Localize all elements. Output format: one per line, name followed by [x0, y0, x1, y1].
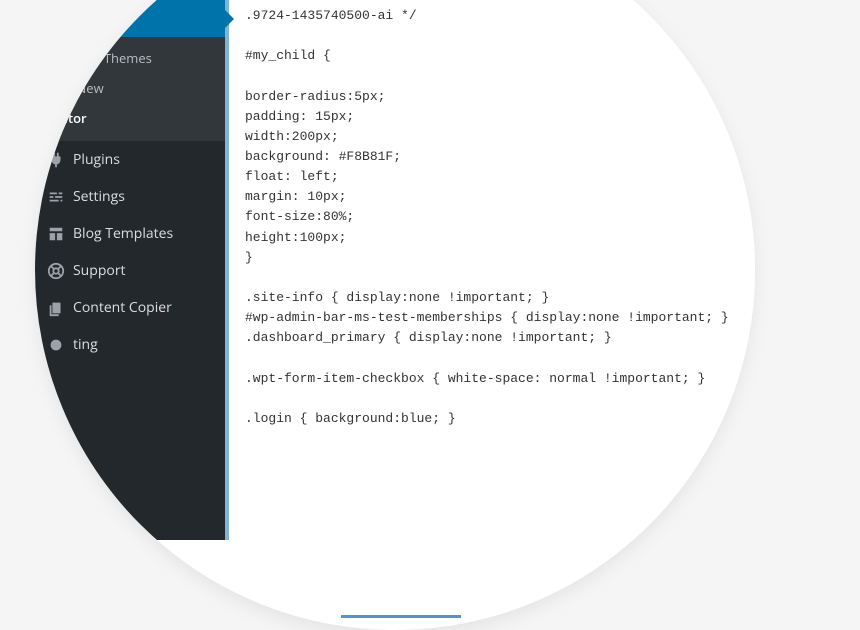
sidebar-item-themes[interactable]: Themes — [35, 0, 225, 37]
sliders-icon — [47, 188, 65, 206]
brush-icon — [47, 10, 65, 28]
sidebar-item-label: Content Copier — [73, 298, 172, 317]
sidebar-item-settings[interactable]: Settings — [35, 178, 225, 215]
sidebar-item-label: Themes — [73, 9, 125, 28]
plug-icon — [47, 151, 65, 169]
themes-submenu: Installed Themes Add New Editor — [35, 37, 225, 141]
sidebar-item-label: Settings — [73, 187, 125, 206]
sidebar-item-support[interactable]: Support — [35, 252, 225, 289]
submenu-add-new[interactable]: Add New — [35, 73, 225, 103]
theme-editor-area — [225, 0, 755, 540]
submenu-editor[interactable]: Editor — [35, 103, 225, 133]
submenu-installed-themes[interactable]: Installed Themes — [35, 43, 225, 73]
footer-accent-line — [341, 615, 461, 618]
copy-icon — [47, 299, 65, 317]
sidebar-item-content-copier[interactable]: Content Copier — [35, 289, 225, 326]
editor-focus-border — [225, 0, 229, 540]
sidebar-item-partial[interactable]: ting — [35, 326, 225, 363]
css-editor-textarea[interactable] — [233, 0, 755, 540]
sidebar-item-label: Plugins — [73, 150, 120, 169]
sidebar-item-label: Support — [73, 261, 126, 280]
sidebar-item-blog-templates[interactable]: Blog Templates — [35, 215, 225, 252]
sidebar-item-plugins[interactable]: Plugins — [35, 141, 225, 178]
generic-icon — [47, 336, 65, 354]
layout-icon — [47, 225, 65, 243]
circular-clip: Themes Installed Themes Add New Editor P… — [35, 0, 755, 630]
sidebar-item-label: ting — [73, 335, 98, 354]
lifebuoy-icon — [47, 262, 65, 280]
sidebar-item-label: Blog Templates — [73, 224, 173, 243]
admin-sidebar: Themes Installed Themes Add New Editor P… — [35, 0, 225, 540]
admin-panel: Themes Installed Themes Add New Editor P… — [35, 0, 755, 540]
